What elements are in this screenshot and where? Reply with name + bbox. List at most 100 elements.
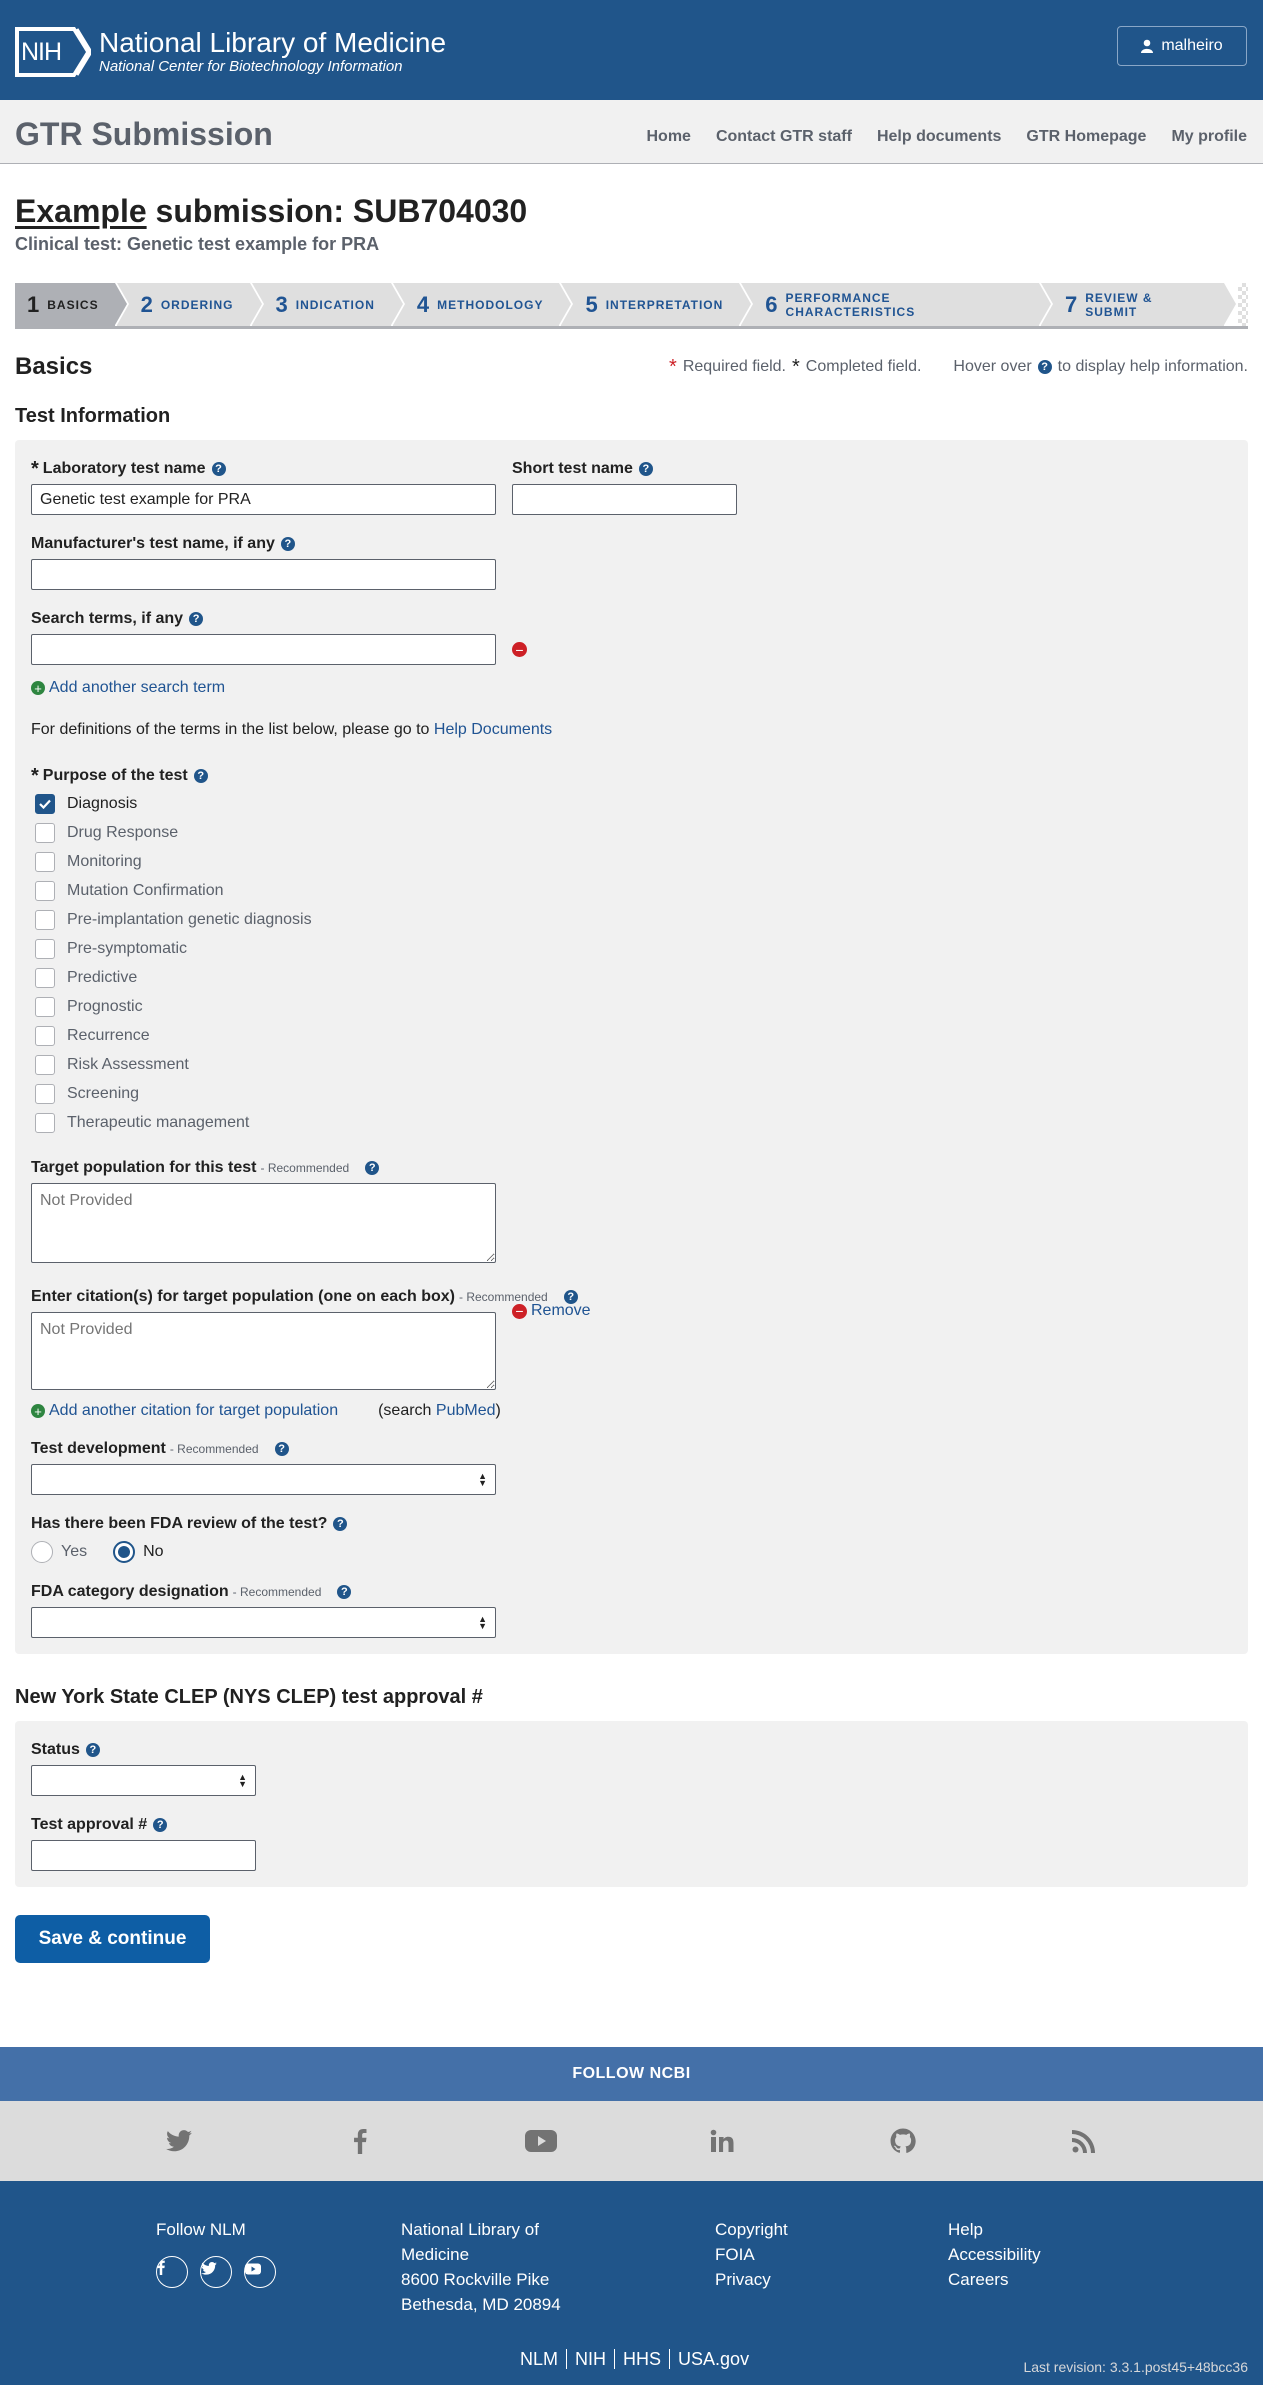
foia-link[interactable]: FOIA — [715, 2242, 788, 2267]
step-label: ORDERING — [160, 297, 234, 312]
youtube-icon[interactable] — [451, 2130, 632, 2152]
checkbox[interactable] — [35, 851, 55, 872]
manufacturer-test-name-input[interactable] — [31, 559, 496, 590]
twitter-icon[interactable] — [200, 2256, 232, 2288]
purpose-option[interactable]: Recurrence — [31, 1021, 1232, 1050]
checkbox[interactable] — [35, 1025, 55, 1046]
facebook-icon[interactable] — [156, 2256, 188, 2288]
purpose-option[interactable]: Pre-symptomatic — [31, 934, 1232, 963]
remove-search-term-icon[interactable]: − — [512, 642, 527, 657]
search-pre: (search — [378, 1402, 436, 1419]
citation-textarea[interactable] — [31, 1312, 496, 1390]
usa-gov-link[interactable]: USA.gov — [669, 2349, 757, 2369]
twitter-icon[interactable] — [89, 2130, 270, 2152]
purpose-option[interactable]: Mutation Confirmation — [31, 876, 1232, 905]
youtube-icon[interactable] — [244, 2256, 276, 2288]
purpose-option[interactable]: Prognostic — [31, 992, 1232, 1021]
linkedin-icon[interactable] — [632, 2129, 813, 2153]
nih-link[interactable]: NIH — [566, 2349, 614, 2369]
rss-icon[interactable] — [994, 2129, 1175, 2153]
help-documents-link[interactable]: Help Documents — [434, 721, 552, 738]
step-ordering[interactable]: 2 ORDERING — [116, 283, 264, 326]
test-development-select[interactable]: ▲ ▼ — [31, 1464, 496, 1495]
checkbox[interactable] — [35, 967, 55, 988]
nav-help-documents[interactable]: Help documents — [877, 128, 1001, 146]
fda-review-radio-group: Yes No — [31, 1541, 1232, 1563]
nav-contact-gtr-staff[interactable]: Contact GTR staff — [716, 128, 852, 146]
copyright-link[interactable]: Copyright — [715, 2217, 788, 2242]
short-test-name-input[interactable] — [512, 484, 737, 515]
checkbox[interactable] — [35, 996, 55, 1017]
checkbox[interactable] — [35, 938, 55, 959]
help-icon[interactable]: ? — [189, 612, 204, 626]
help-icon: ? — [1037, 360, 1052, 374]
hhs-link[interactable]: HHS — [614, 2349, 669, 2369]
help-icon[interactable]: ? — [193, 769, 208, 783]
user-menu-button[interactable]: malheiro — [1117, 26, 1247, 66]
help-icon[interactable]: ? — [333, 1517, 348, 1531]
help-icon[interactable]: ? — [85, 1743, 100, 1757]
checkbox[interactable] — [35, 909, 55, 930]
step-review-submit[interactable]: 7 REVIEW & SUBMIT — [1041, 283, 1239, 326]
target-population-textarea[interactable] — [31, 1183, 496, 1263]
step-interpretation[interactable]: 5 INTERPRETATION — [561, 283, 754, 326]
nav-my-profile[interactable]: My profile — [1171, 128, 1247, 146]
nlm-address: National Library of Medicine 8600 Rockvi… — [401, 2217, 561, 2317]
help-icon[interactable]: ? — [153, 1818, 168, 1832]
remove-citation-link[interactable]: − Remove — [512, 1302, 591, 1320]
definitions-label: For definitions of the terms in the list… — [31, 721, 430, 738]
careers-link[interactable]: Careers — [948, 2267, 1041, 2292]
search-term-input[interactable] — [31, 634, 496, 665]
lab-test-name-input[interactable] — [31, 484, 496, 515]
help-icon[interactable]: ? — [638, 462, 653, 476]
step-basics[interactable]: 1 BASICS — [15, 283, 129, 326]
checkbox[interactable] — [35, 822, 55, 843]
purpose-option[interactable]: Monitoring — [31, 847, 1232, 876]
fda-review-yes-radio[interactable] — [31, 1541, 53, 1563]
add-citation-link[interactable]: + Add another citation for target populat… — [31, 1402, 338, 1420]
facebook-icon[interactable] — [270, 2128, 451, 2154]
nav-home[interactable]: Home — [647, 128, 691, 146]
step-performance-characteristics[interactable]: 6 PERFORMANCE CHARACTERISTICS — [741, 283, 1053, 326]
purpose-option[interactable]: Drug Response — [31, 818, 1232, 847]
add-search-term-link[interactable]: + Add another search term — [31, 679, 1232, 697]
test-approval-input[interactable] — [31, 1840, 256, 1871]
help-icon[interactable]: ? — [280, 537, 295, 551]
step-num: 6 — [765, 291, 778, 317]
nlm-link[interactable]: NLM — [512, 2349, 566, 2369]
privacy-link[interactable]: Privacy — [715, 2267, 788, 2292]
nav-gtr-homepage[interactable]: GTR Homepage — [1026, 128, 1146, 146]
checkbox[interactable] — [35, 1083, 55, 1104]
purpose-option[interactable]: Pre-implantation genetic diagnosis — [31, 905, 1232, 934]
nih-badge: NIH — [15, 27, 91, 77]
help-icon[interactable]: ? — [365, 1161, 380, 1175]
purpose-option[interactable]: Diagnosis — [31, 789, 1232, 818]
nih-logo[interactable]: NIH National Library of Medicine Nationa… — [15, 27, 446, 77]
select-arrows-icon: ▲ ▼ — [478, 1614, 487, 1631]
purpose-option[interactable]: Screening — [31, 1079, 1232, 1108]
pubmed-link[interactable]: PubMed — [436, 1402, 496, 1419]
purpose-option[interactable]: Predictive — [31, 963, 1232, 992]
checkbox[interactable] — [35, 1112, 55, 1133]
help-icon[interactable]: ? — [337, 1585, 352, 1599]
save-continue-button[interactable]: Save & continue — [15, 1915, 210, 1963]
checkbox[interactable] — [35, 1054, 55, 1075]
purpose-option-label: Screening — [67, 1084, 140, 1102]
checkbox[interactable] — [35, 880, 55, 901]
purpose-option[interactable]: Therapeutic management — [31, 1108, 1232, 1137]
fda-review-no-radio[interactable] — [113, 1541, 136, 1563]
fda-review-label: Has there been FDA review of the test? — [31, 1515, 328, 1532]
step-methodology[interactable]: 4 METHODOLOGY — [392, 283, 574, 326]
fda-category-select[interactable]: ▲ ▼ — [31, 1607, 496, 1638]
help-link[interactable]: Help — [948, 2217, 1041, 2242]
purpose-option[interactable]: Risk Assessment — [31, 1050, 1232, 1079]
github-icon[interactable] — [813, 2128, 994, 2154]
help-icon[interactable]: ? — [274, 1442, 289, 1456]
nys-status-select[interactable]: ▲ ▼ — [31, 1765, 256, 1796]
step-indication[interactable]: 3 INDICATION — [251, 283, 406, 326]
completed-asterisk-icon: * — [31, 458, 39, 480]
checkbox-checked[interactable] — [35, 793, 55, 814]
org-subtitle: National Center for Biotechnology Inform… — [99, 58, 403, 75]
accessibility-link[interactable]: Accessibility — [948, 2242, 1041, 2267]
help-icon[interactable]: ? — [211, 462, 226, 476]
